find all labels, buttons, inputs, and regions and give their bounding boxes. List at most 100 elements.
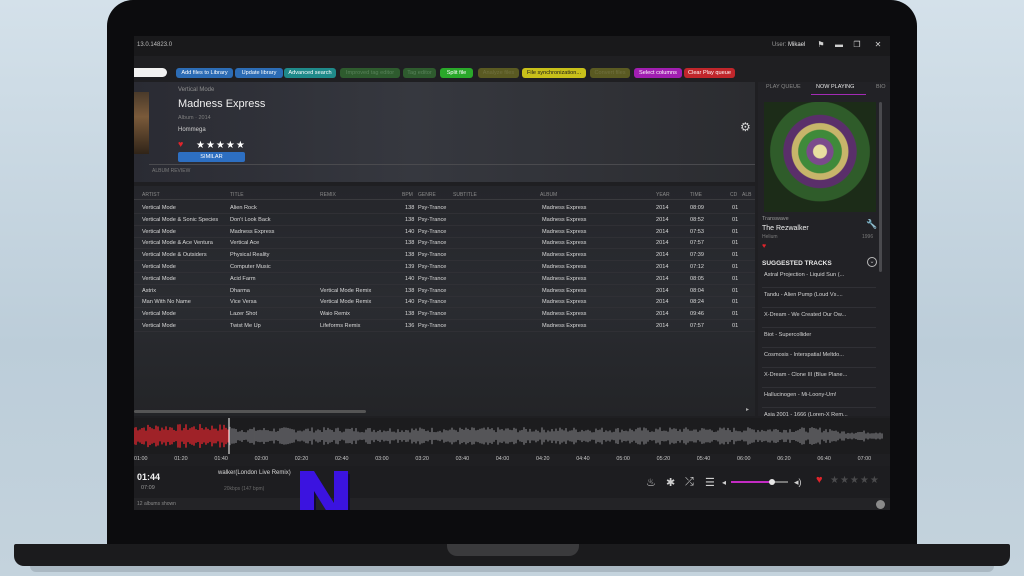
column-header-bpm[interactable]: BPM xyxy=(402,192,413,198)
title-bar: 13.0.14823.0 User: Mikael ⚑ ▬ ❐ ✕ xyxy=(134,36,890,56)
timeline-tick: 04:00 xyxy=(495,456,510,462)
volume-low-icon[interactable]: ◂ xyxy=(722,478,726,487)
column-header-remix[interactable]: REMIX xyxy=(320,192,336,198)
toolbar-button-update-library[interactable]: Update library xyxy=(235,68,283,78)
suggested-track-item[interactable]: Hallucinogen - Mi-Loony-Um! xyxy=(762,388,876,408)
timeline-tick: 03:00 xyxy=(375,456,389,462)
table-row[interactable]: Vertical Mode Madness Express 140 Psy-Tranc… xyxy=(134,226,755,238)
flame-icon[interactable]: ♨ xyxy=(646,476,656,489)
toolbar-button-analyze-files[interactable]: Analyze files xyxy=(478,68,519,78)
tab-play-queue[interactable]: PLAY QUEUE xyxy=(766,84,801,90)
suggested-track-item[interactable]: Tandu - Alien Pump (Loud Vs.... xyxy=(762,288,876,308)
volume-high-icon[interactable]: ◂) xyxy=(794,477,802,488)
horizontal-scrollbar[interactable] xyxy=(134,410,366,413)
toolbar-button-clear-play-queue[interactable]: Clear Play queue xyxy=(684,68,735,78)
gear-icon[interactable]: ⚙ xyxy=(740,120,751,134)
cell-cd: 01 xyxy=(732,252,739,259)
suggested-track-item[interactable]: X-Dream - We Created Our Ow... xyxy=(762,308,876,328)
cell-title: Lazer Shot xyxy=(230,311,258,318)
column-header-title[interactable]: TITLE xyxy=(230,192,244,198)
timeline-tick: 03:40 xyxy=(455,456,470,462)
player-rating[interactable]: ★★★★★ xyxy=(830,475,880,486)
cell-bpm: 138 xyxy=(405,216,415,223)
column-header-cd[interactable]: CD xyxy=(730,192,737,198)
toolbar-button-convert-files[interactable]: Convert files xyxy=(590,68,630,78)
column-header-artist[interactable]: ARTIST xyxy=(142,192,160,198)
table-row[interactable]: Vertical Mode & Ace Ventura Vertical Ace 1… xyxy=(134,237,755,250)
shuffle-icon[interactable]: ⤮ xyxy=(685,476,694,489)
cell-remix: Vertical Mode Remix xyxy=(320,287,372,294)
cell-year: 2014 xyxy=(656,240,669,247)
table-row[interactable]: Vertical Mode Alien Rock 138 Psy-Trance Madn… xyxy=(134,202,755,214)
restore-icon[interactable]: ❐ xyxy=(850,39,864,51)
table-row[interactable]: Vertical Mode & Sonic Species Don't Look … xyxy=(134,214,755,226)
scroll-right-icon[interactable]: ▸ xyxy=(746,406,749,413)
table-row[interactable]: Astrix Dharma Vertical Mode Remix 138 Psy-Tr… xyxy=(134,285,755,297)
autodj-icon[interactable]: ✱ xyxy=(666,476,675,489)
toolbar-button-advanced-search[interactable]: Advanced search xyxy=(284,68,336,78)
suggested-track-item[interactable]: Cosmosis - Interspatial Meltdo... xyxy=(762,348,876,368)
column-header-year[interactable]: YEAR xyxy=(656,192,670,198)
cell-cd: 01 xyxy=(732,311,739,318)
wrench-icon[interactable]: 🔧 xyxy=(866,219,877,230)
track-table: ARTIST TITLE REMIX BPM GENRE SUBTITLE ALBUM YEA… xyxy=(134,186,755,416)
table-row[interactable]: Vertical Mode Twist Me Up Lifeforms Remix 1… xyxy=(134,320,755,332)
user-prefix: User: xyxy=(772,42,787,48)
toolbar-button-add-files-to-library[interactable]: Add files to Library xyxy=(176,68,233,78)
now-playing-heart-icon[interactable]: ♥ xyxy=(762,243,766,250)
column-header-album[interactable]: ALBUM xyxy=(540,192,557,198)
toolbar-button-improved-tag-editor[interactable]: Improved tag editor xyxy=(340,68,400,78)
playing-track-name: walker(London Live Remix) xyxy=(218,470,291,476)
table-row[interactable]: Man With No Name Vice Versa Vertical Mode … xyxy=(134,296,755,309)
table-row[interactable]: Vertical Mode Acid Farm 140 Psy-Trance Madne… xyxy=(134,273,755,285)
cell-album: Madness Express xyxy=(542,264,587,270)
toolbar-button-tag-editor[interactable]: Tag editor xyxy=(403,68,436,78)
suggested-track-item[interactable]: Astral Projection - Liquid Sun (... xyxy=(762,268,876,288)
cell-year: 2014 xyxy=(656,216,669,223)
player-heart-icon[interactable]: ♥ xyxy=(816,474,823,486)
chevron-down-icon[interactable]: ⌄ xyxy=(867,257,877,267)
user-indicator[interactable]: User: Mikael xyxy=(772,42,805,48)
column-header-time[interactable]: TIME xyxy=(690,192,702,198)
minimize-icon[interactable]: ▬ xyxy=(832,39,846,51)
column-header-alb[interactable]: ALB xyxy=(742,192,751,198)
cell-time: 08:24 xyxy=(690,299,704,306)
timeline-tick: 06:40 xyxy=(817,456,831,462)
vertical-scrollbar[interactable] xyxy=(879,102,882,272)
close-icon[interactable]: ✕ xyxy=(871,39,885,51)
toolbar-button-split-file[interactable]: Split file xyxy=(440,68,473,78)
volume-slider[interactable] xyxy=(731,479,788,485)
playlist-icon[interactable]: ☰ xyxy=(705,476,715,489)
cell-genre: Psy-Trance xyxy=(418,264,447,270)
volume-knob[interactable] xyxy=(769,479,776,485)
waveform[interactable] xyxy=(134,418,890,454)
suggested-track-item[interactable]: X-Dream - Clone III (Blue Plane... xyxy=(762,368,876,388)
cell-time: 09:46 xyxy=(690,311,704,318)
album-review-tab[interactable]: ALBUM REVIEW xyxy=(152,168,190,174)
table-row[interactable]: Vertical Mode Lazer Shot Waio Remix 138 Psy-… xyxy=(134,308,755,321)
timeline-tick: 06:00 xyxy=(737,456,751,462)
status-indicator-icon[interactable] xyxy=(876,500,885,509)
cell-bpm: 139 xyxy=(405,264,415,270)
suggested-track-item[interactable]: Biot - Supercollider xyxy=(762,328,876,348)
column-header-subtitle[interactable]: SUBTITLE xyxy=(453,192,477,198)
album-cover-thumb[interactable] xyxy=(134,92,149,154)
table-row[interactable]: Vertical Mode & Outsiders Physical Realit… xyxy=(134,249,755,262)
search-input[interactable] xyxy=(134,68,167,77)
tab-now-playing[interactable]: NOW PLAYING xyxy=(816,84,854,90)
now-playing-label: Transwave xyxy=(762,216,789,222)
toolbar-button-select-columns[interactable]: Select columns xyxy=(634,68,682,78)
favorite-heart-icon[interactable]: ♥ xyxy=(178,139,183,149)
album-rating[interactable]: ★★★★★ xyxy=(196,140,246,151)
toolbar-button-file-synchronization[interactable]: File synchronization... xyxy=(522,68,586,78)
column-header-genre[interactable]: GENRE xyxy=(418,192,436,198)
cell-artist: Vertical Mode xyxy=(142,205,176,211)
cell-bpm: 136 xyxy=(405,323,415,329)
tab-bio[interactable]: BIO xyxy=(876,84,885,90)
album-artist[interactable]: Vertical Mode xyxy=(178,87,214,93)
table-row[interactable]: Vertical Mode Computer Music 139 Psy-Trance… xyxy=(134,261,755,273)
timeline-tick: 01:20 xyxy=(174,456,188,462)
similar-button[interactable]: SIMILAR xyxy=(178,152,245,162)
flag-icon[interactable]: ⚑ xyxy=(814,39,828,51)
now-playing-cover[interactable] xyxy=(764,102,876,212)
